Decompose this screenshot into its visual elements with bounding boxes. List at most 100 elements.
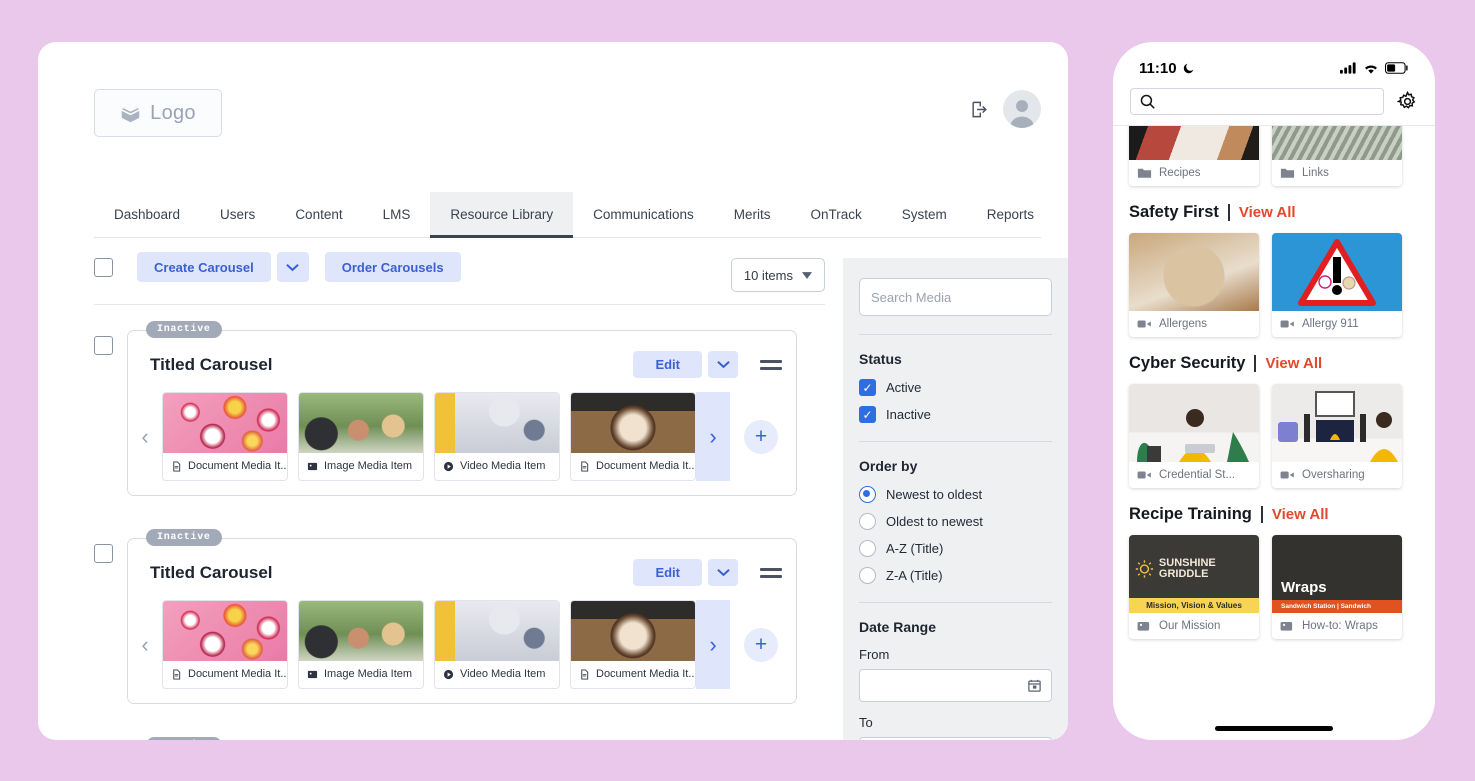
media-label: Document Media It... xyxy=(188,668,287,680)
tab-merits[interactable]: Merits xyxy=(714,192,791,237)
status-option-label: Active xyxy=(886,380,922,395)
mobile-scroll-area[interactable]: Recipes Links Safety First View All Alle… xyxy=(1113,126,1435,723)
mobile-card[interactable]: Wraps Sandwich Station | Sandwich How-to… xyxy=(1272,535,1402,639)
document-icon xyxy=(581,668,589,680)
card-label: How-to: Wraps xyxy=(1302,620,1378,632)
carousel-prev-arrow[interactable]: ‹ xyxy=(128,600,162,689)
tab-dashboard[interactable]: Dashboard xyxy=(94,192,200,237)
order-option-label: Z-A (Title) xyxy=(886,568,943,583)
crescent-moon-icon xyxy=(1183,63,1193,73)
tab-communications[interactable]: Communications xyxy=(573,192,714,237)
media-thumbnail xyxy=(435,393,559,453)
user-avatar-icon[interactable] xyxy=(1003,90,1041,128)
edit-button[interactable]: Edit xyxy=(633,559,702,586)
mobile-card[interactable]: SUNSHINE GRIDDLE Mission, Vision & Value… xyxy=(1129,535,1259,639)
divider xyxy=(859,441,1052,442)
mobile-search-box[interactable] xyxy=(1130,88,1384,115)
carousel-card: Inactive Titled Carousel Edit ‹ Document… xyxy=(127,529,797,704)
mobile-card[interactable]: Links xyxy=(1272,126,1402,186)
tab-users[interactable]: Users xyxy=(200,192,275,237)
edit-dropdown-icon[interactable] xyxy=(708,351,738,378)
view-all-link[interactable]: View All xyxy=(1272,506,1329,523)
media-item[interactable]: Image Media Item xyxy=(298,392,424,481)
brand-overlay-subtitle: Mission, Vision & Values xyxy=(1129,598,1259,613)
tab-ontrack[interactable]: OnTrack xyxy=(790,192,881,237)
mobile-card[interactable]: Credential St... xyxy=(1129,384,1259,488)
radio-icon xyxy=(859,540,876,557)
order-radio-za[interactable]: Z-A (Title) xyxy=(859,567,1052,584)
card-thumbnail: Wraps Sandwich Station | Sandwich xyxy=(1272,535,1402,613)
video-icon xyxy=(1280,471,1294,479)
add-media-button[interactable]: + xyxy=(744,419,778,454)
carousel-select-checkbox[interactable] xyxy=(94,336,113,355)
tab-lms[interactable]: LMS xyxy=(363,192,431,237)
order-radio-az[interactable]: A-Z (Title) xyxy=(859,540,1052,557)
add-media-button[interactable]: + xyxy=(744,627,778,662)
media-item[interactable]: Document Media It... xyxy=(570,600,696,689)
create-carousel-button[interactable]: Create Carousel xyxy=(137,252,271,282)
home-indicator xyxy=(1215,726,1333,731)
tab-system[interactable]: System xyxy=(882,192,967,237)
carousel-prev-arrow[interactable]: ‹ xyxy=(128,392,162,481)
order-carousels-button[interactable]: Order Carousels xyxy=(324,252,461,282)
create-carousel-dropdown-icon[interactable] xyxy=(276,252,309,282)
carousel-row-1: Inactive Titled Carousel Edit ‹ Document… xyxy=(94,321,797,496)
view-all-link[interactable]: View All xyxy=(1239,204,1296,221)
view-all-link[interactable]: View All xyxy=(1265,355,1322,372)
header-actions xyxy=(970,90,1041,128)
media-item[interactable]: Document Media It... xyxy=(570,392,696,481)
brand-overlay-title: SUNSHINE GRIDDLE xyxy=(1158,556,1216,580)
card-thumbnail xyxy=(1129,384,1259,462)
card-caption: Allergy 911 xyxy=(1272,311,1402,337)
mobile-card[interactable]: Allergens xyxy=(1129,233,1259,337)
select-all-checkbox[interactable] xyxy=(94,257,113,277)
order-radio-newest[interactable]: Newest to oldest xyxy=(859,486,1052,503)
section-header-recipe-training: Recipe Training View All xyxy=(1129,505,1419,524)
media-item[interactable]: Video Media Item xyxy=(434,600,560,689)
date-from-input[interactable] xyxy=(859,669,1052,702)
card-label: Our Mission xyxy=(1159,620,1221,632)
drag-handle-icon[interactable] xyxy=(760,567,782,578)
carousel-select-checkbox[interactable] xyxy=(94,544,113,563)
search-media-input[interactable] xyxy=(871,289,1047,305)
media-item[interactable]: Document Media It... xyxy=(162,392,288,481)
status-checkbox-active[interactable]: ✓ Active xyxy=(859,379,1052,396)
logo[interactable]: Logo xyxy=(94,89,222,137)
tab-reports[interactable]: Reports xyxy=(967,192,1054,237)
mobile-card[interactable]: Oversharing xyxy=(1272,384,1402,488)
drag-handle-icon[interactable] xyxy=(760,359,782,370)
status-indicators xyxy=(1340,62,1409,74)
sun-icon xyxy=(1135,559,1154,578)
date-to-input[interactable] xyxy=(859,737,1052,740)
media-thumbnail xyxy=(299,393,423,453)
tab-content[interactable]: Content xyxy=(275,192,362,237)
status-checkbox-inactive[interactable]: ✓ Inactive xyxy=(859,406,1052,423)
media-label-row: Image Media Item xyxy=(299,453,423,480)
carousel-next-arrow[interactable]: › xyxy=(696,392,730,481)
radio-icon xyxy=(859,567,876,584)
media-item[interactable]: Video Media Item xyxy=(434,392,560,481)
mobile-card[interactable]: Allergy 911 xyxy=(1272,233,1402,337)
allergy-warning-icon xyxy=(1298,239,1376,306)
radio-selected-icon xyxy=(859,486,876,503)
order-radio-oldest[interactable]: Oldest to newest xyxy=(859,513,1052,530)
media-item[interactable]: Document Media It... xyxy=(162,600,288,689)
document-icon xyxy=(581,460,589,472)
media-label: Image Media Item xyxy=(324,668,413,680)
edit-dropdown-icon[interactable] xyxy=(708,559,738,586)
media-label: Image Media Item xyxy=(324,460,413,472)
status-badge: Inactive xyxy=(146,529,222,546)
logout-icon[interactable] xyxy=(970,100,989,119)
page-size-select[interactable]: 10 items xyxy=(730,258,825,292)
tab-resource-library[interactable]: Resource Library xyxy=(430,192,574,238)
filter-sidebar: Status ✓ Active ✓ Inactive Order by Newe… xyxy=(843,258,1068,740)
search-media-box[interactable] xyxy=(859,278,1052,316)
gear-icon[interactable] xyxy=(1397,91,1418,112)
carousel-next-arrow[interactable]: › xyxy=(696,600,730,689)
edit-button[interactable]: Edit xyxy=(633,351,702,378)
media-strip: Document Media It... Image Media Item Vi… xyxy=(162,600,696,689)
illustration-person-laptop xyxy=(1137,409,1249,462)
document-icon xyxy=(173,668,181,680)
media-item[interactable]: Image Media Item xyxy=(298,600,424,689)
mobile-card[interactable]: Recipes xyxy=(1129,126,1259,186)
